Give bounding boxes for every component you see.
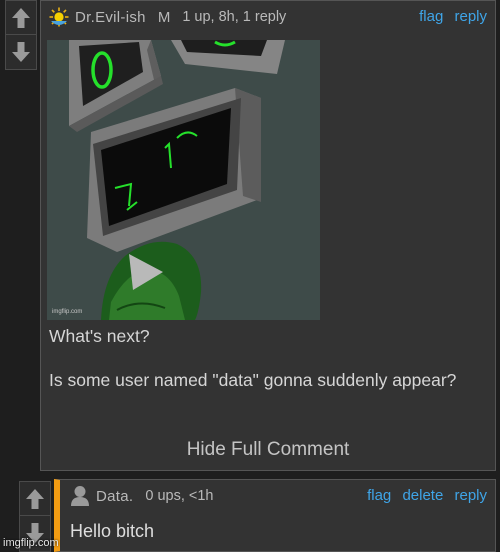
comment-data: Data. 0 ups, <1h flag delete reply Hello… (54, 479, 496, 552)
comment-drevilish: Dr.Evil-ish M 1 up, 8h, 1 reply flag rep… (40, 0, 496, 471)
monitor-characters-drawing (47, 40, 320, 320)
comment-body: What's next? Is some user named "data" g… (49, 325, 479, 391)
image-watermark: imgflip.com (52, 309, 83, 315)
downvote-button[interactable] (6, 34, 36, 68)
reply-link[interactable]: reply (454, 487, 487, 504)
comment-meta: 1 up, 8h, 1 reply (182, 9, 287, 25)
flag-link[interactable]: flag (419, 8, 443, 25)
comment-actions: flag delete reply (360, 487, 487, 504)
mod-badge: M (157, 8, 171, 26)
comment-actions: flag reply (412, 8, 487, 25)
sun-icon (49, 7, 69, 27)
hide-full-comment-button[interactable]: Hide Full Comment (41, 439, 495, 461)
reply-link[interactable]: reply (454, 8, 487, 25)
comment-meta: 0 ups, <1h (145, 488, 214, 504)
flag-link[interactable]: flag (367, 487, 391, 504)
vote-column (5, 0, 37, 70)
comment-text-line: Is some user named "data" gonna suddenly… (49, 370, 457, 390)
comment-body: Hello bitch (70, 521, 155, 541)
delete-link[interactable]: delete (402, 487, 443, 504)
arrow-up-icon (26, 488, 44, 509)
username[interactable]: Dr.Evil-ish (75, 9, 146, 26)
upvote-button[interactable] (20, 482, 50, 515)
comment-image[interactable]: imgflip.com (47, 40, 320, 320)
imgflip-watermark: imgflip.com (3, 537, 59, 549)
comment-text-line: What's next? (49, 326, 150, 346)
arrow-up-icon (12, 7, 30, 28)
user-icon (71, 486, 89, 506)
username[interactable]: Data. (96, 488, 133, 505)
upvote-button[interactable] (6, 1, 36, 34)
arrow-down-icon (12, 41, 30, 62)
